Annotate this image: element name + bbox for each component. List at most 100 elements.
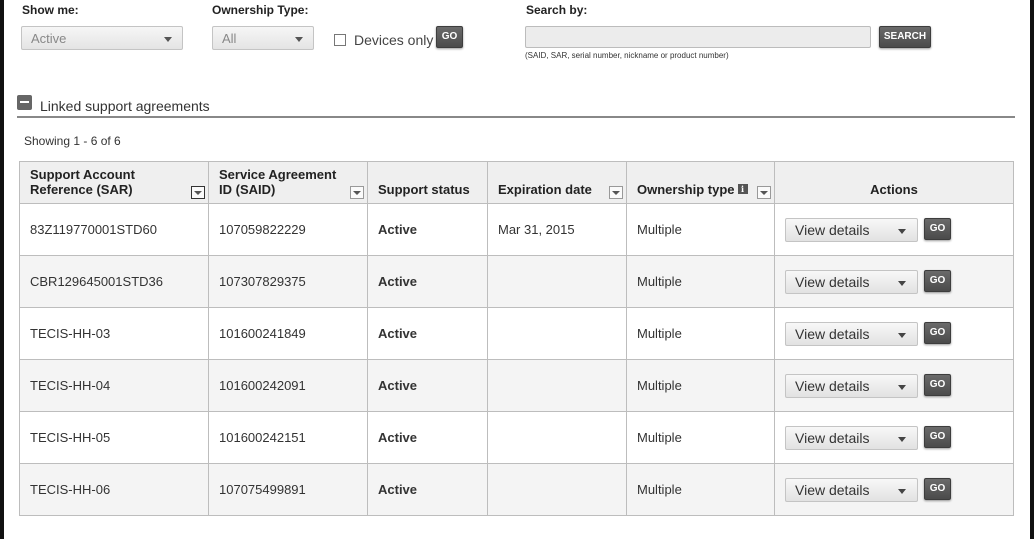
show-me-select[interactable]: Active [21, 26, 183, 50]
cell-status: Active [367, 203, 488, 256]
actions-select-value: View details [795, 429, 870, 446]
actions-select[interactable]: View details [785, 217, 918, 242]
header-sar-label: Support Account Reference (SAR) [30, 167, 135, 197]
cell-actions: View details GO [774, 359, 1014, 412]
table-header-row: Support Account Reference (SAR) Service … [19, 161, 1014, 204]
section-title: Linked support agreements [40, 98, 210, 114]
cell-expiration [487, 255, 627, 308]
cell-actions: View details GO [774, 203, 1014, 256]
actions-select[interactable]: View details [785, 269, 918, 294]
actions-group: View details GO [785, 321, 1003, 346]
cell-ownership: Multiple [626, 359, 775, 412]
cell-status: Active [367, 307, 488, 360]
cell-ownership: Multiple [626, 255, 775, 308]
ownership-type-select[interactable]: All [212, 26, 314, 50]
chevron-down-icon [898, 384, 906, 390]
row-go-button[interactable]: GO [924, 269, 951, 292]
cell-expiration [487, 359, 627, 412]
header-status-label: Support status [378, 182, 470, 197]
cell-status: Active [367, 359, 488, 412]
header-status: Support status [367, 161, 488, 204]
minus-square-icon[interactable] [17, 95, 32, 110]
actions-select[interactable]: View details [785, 321, 918, 346]
sort-dropdown-icon[interactable] [609, 186, 623, 199]
cell-actions: View details GO [774, 411, 1014, 464]
row-go-button[interactable]: GO [924, 217, 951, 240]
cell-said: 107059822229 [208, 203, 368, 256]
sort-dropdown-icon[interactable] [350, 186, 364, 199]
chevron-down-icon [898, 332, 906, 338]
header-ownership[interactable]: Ownership type i [626, 161, 775, 204]
actions-select[interactable]: View details [785, 477, 918, 502]
cell-actions: View details GO [774, 255, 1014, 308]
results-count: Showing 1 - 6 of 6 [24, 134, 121, 148]
cell-ownership: Multiple [626, 307, 775, 360]
actions-group: View details GO [785, 217, 1003, 242]
actions-group: View details GO [785, 373, 1003, 398]
header-ownership-label: Ownership type [637, 182, 735, 197]
actions-group: View details GO [785, 269, 1003, 294]
cell-ownership: Multiple [626, 463, 775, 516]
actions-select-value: View details [795, 273, 870, 290]
header-sar[interactable]: Support Account Reference (SAR) [19, 161, 209, 204]
cell-said: 101600241849 [208, 307, 368, 360]
cell-expiration: Mar 31, 2015 [487, 203, 627, 256]
table-row: 83Z119770001STD60 107059822229 Active Mar 3… [19, 203, 1014, 256]
row-go-button[interactable]: GO [924, 477, 951, 500]
cell-status: Active [367, 255, 488, 308]
cell-expiration [487, 307, 627, 360]
filter-bar: Show me: Active Ownership Type: All Devi… [4, 0, 1030, 90]
sort-dropdown-icon[interactable] [191, 186, 205, 199]
cell-said: 107307829375 [208, 255, 368, 308]
cell-expiration [487, 463, 627, 516]
cell-said: 101600242091 [208, 359, 368, 412]
header-expiration-label: Expiration date [498, 182, 592, 197]
header-expiration[interactable]: Expiration date [487, 161, 627, 204]
chevron-down-icon [898, 436, 906, 442]
show-me-label: Show me: [22, 3, 79, 17]
cell-expiration [487, 411, 627, 464]
header-said[interactable]: Service Agreement ID (SAID) [208, 161, 368, 204]
sort-dropdown-icon[interactable] [757, 186, 771, 199]
actions-select-value: View details [795, 377, 870, 394]
header-actions: Actions [774, 161, 1014, 204]
cell-sar: TECIS-HH-04 [19, 359, 209, 412]
cell-sar: CBR129645001STD36 [19, 255, 209, 308]
actions-select-value: View details [795, 325, 870, 342]
cell-sar: TECIS-HH-03 [19, 307, 209, 360]
row-go-button[interactable]: GO [924, 321, 951, 344]
ownership-type-label: Ownership Type: [212, 3, 309, 17]
table-row: TECIS-HH-06 107075499891 Active Multiple Vie… [19, 463, 1014, 516]
devices-only-checkbox[interactable] [334, 34, 346, 46]
header-said-label: Service Agreement ID (SAID) [219, 167, 337, 197]
cell-ownership: Multiple [626, 411, 775, 464]
info-icon[interactable]: i [737, 184, 748, 194]
search-input[interactable] [525, 26, 871, 48]
table-row: TECIS-HH-03 101600241849 Active Multiple Vie… [19, 307, 1014, 360]
actions-select-value: View details [795, 221, 870, 238]
header-actions-label: Actions [870, 182, 918, 197]
actions-group: View details GO [785, 477, 1003, 502]
cell-ownership: Multiple [626, 203, 775, 256]
filter-go-button[interactable]: GO [436, 26, 463, 48]
chevron-down-icon [295, 37, 303, 42]
agreements-table: Support Account Reference (SAR) Service … [19, 161, 1014, 516]
row-go-button[interactable]: GO [924, 373, 951, 396]
cell-sar: 83Z119770001STD60 [19, 203, 209, 256]
actions-select[interactable]: View details [785, 425, 918, 450]
cell-said: 101600242151 [208, 411, 368, 464]
cell-sar: TECIS-HH-05 [19, 411, 209, 464]
actions-select-value: View details [795, 481, 870, 498]
search-by-label: Search by: [526, 3, 588, 17]
row-go-button[interactable]: GO [924, 425, 951, 448]
actions-group: View details GO [785, 425, 1003, 450]
cell-status: Active [367, 411, 488, 464]
cell-sar: TECIS-HH-06 [19, 463, 209, 516]
cell-actions: View details GO [774, 307, 1014, 360]
chevron-down-icon [898, 280, 906, 286]
search-button[interactable]: SEARCH [879, 26, 931, 48]
cell-said: 107075499891 [208, 463, 368, 516]
show-me-value: Active [31, 31, 67, 46]
cell-status: Active [367, 463, 488, 516]
actions-select[interactable]: View details [785, 373, 918, 398]
